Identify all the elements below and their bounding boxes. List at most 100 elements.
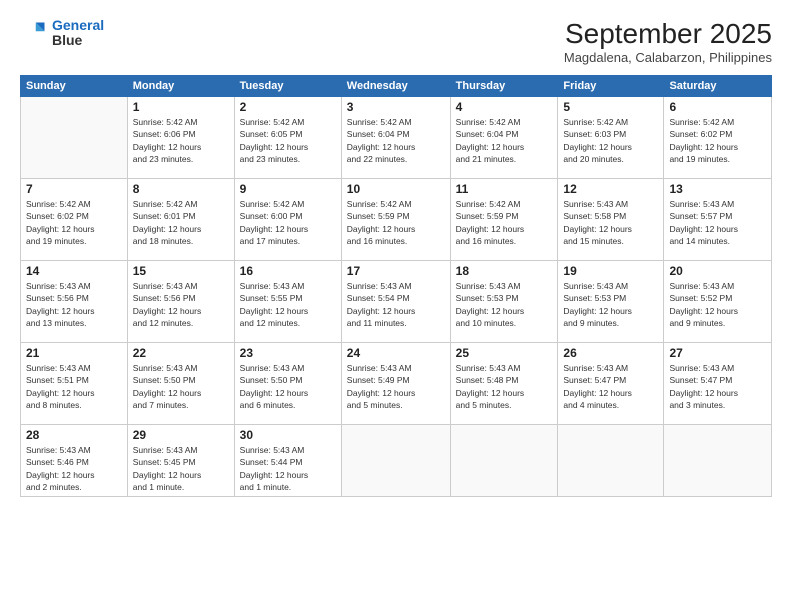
calendar-week-row: 1 Sunrise: 5:42 AM Sunset: 6:06 PM Daylig… bbox=[21, 97, 772, 179]
day-info: Sunrise: 5:43 AM Sunset: 5:45 PM Dayligh… bbox=[133, 444, 229, 493]
day-number: 16 bbox=[240, 264, 336, 278]
calendar-cell: 19 Sunrise: 5:43 AM Sunset: 5:53 PM Dayli… bbox=[558, 261, 664, 343]
calendar-cell: 2Sunrise: 5:42 AM Sunset: 6:05 PM Daylig… bbox=[234, 97, 341, 179]
calendar-cell: 24 Sunrise: 5:43 AM Sunset: 5:49 PM Dayli… bbox=[341, 343, 450, 425]
day-number: 3 bbox=[347, 100, 445, 114]
day-number: 11 bbox=[456, 182, 553, 196]
day-number: 10 bbox=[347, 182, 445, 196]
day-number: 29 bbox=[133, 428, 229, 442]
day-number: 6 bbox=[669, 100, 766, 114]
day-info: Sunrise: 5:43 AM Sunset: 5:46 PM Dayligh… bbox=[26, 444, 122, 493]
day-number: 14 bbox=[26, 264, 122, 278]
calendar-cell: 18 Sunrise: 5:43 AM Sunset: 5:53 PM Dayli… bbox=[450, 261, 558, 343]
day-info: Sunrise: 5:43 AM Sunset: 5:47 PM Dayligh… bbox=[563, 362, 658, 411]
day-info: Sunrise: 5:42 AM Sunset: 5:59 PM Dayligh… bbox=[456, 198, 553, 247]
day-info: Sunrise: 5:42 AM Sunset: 6:01 PM Dayligh… bbox=[133, 198, 229, 247]
calendar-cell: 27Sunrise: 5:43 AM Sunset: 5:47 PM Dayli… bbox=[664, 343, 772, 425]
calendar-cell: 30Sunrise: 5:43 AM Sunset: 5:44 PM Dayli… bbox=[234, 425, 341, 497]
day-number: 22 bbox=[133, 346, 229, 360]
calendar-cell: 4Sunrise: 5:42 AM Sunset: 6:04 PM Daylig… bbox=[450, 97, 558, 179]
day-number: 19 bbox=[563, 264, 658, 278]
day-number: 4 bbox=[456, 100, 553, 114]
day-info: Sunrise: 5:42 AM Sunset: 6:00 PM Dayligh… bbox=[240, 198, 336, 247]
day-number: 9 bbox=[240, 182, 336, 196]
day-number: 28 bbox=[26, 428, 122, 442]
day-number: 5 bbox=[563, 100, 658, 114]
day-info: Sunrise: 5:42 AM Sunset: 6:06 PM Dayligh… bbox=[133, 116, 229, 165]
calendar-header-row: SundayMondayTuesdayWednesdayThursdayFrid… bbox=[21, 76, 772, 97]
day-number: 20 bbox=[669, 264, 766, 278]
calendar-week-row: 14 Sunrise: 5:43 AM Sunset: 5:56 PM Dayli… bbox=[21, 261, 772, 343]
calendar-cell: 15 Sunrise: 5:43 AM Sunset: 5:56 PM Dayli… bbox=[127, 261, 234, 343]
day-number: 24 bbox=[347, 346, 445, 360]
calendar-cell: 11 Sunrise: 5:42 AM Sunset: 5:59 PM Dayli… bbox=[450, 179, 558, 261]
day-number: 23 bbox=[240, 346, 336, 360]
day-number: 27 bbox=[669, 346, 766, 360]
day-info: Sunrise: 5:42 AM Sunset: 6:04 PM Dayligh… bbox=[347, 116, 445, 165]
weekday-header: Wednesday bbox=[341, 76, 450, 97]
calendar-cell: 23 Sunrise: 5:43 AM Sunset: 5:50 PM Dayli… bbox=[234, 343, 341, 425]
day-info: Sunrise: 5:43 AM Sunset: 5:58 PM Dayligh… bbox=[563, 198, 658, 247]
calendar-cell: 28 Sunrise: 5:43 AM Sunset: 5:46 PM Dayli… bbox=[21, 425, 128, 497]
day-number: 8 bbox=[133, 182, 229, 196]
day-number: 12 bbox=[563, 182, 658, 196]
month-title: September 2025 bbox=[564, 18, 772, 50]
calendar-cell: 1 Sunrise: 5:42 AM Sunset: 6:06 PM Daylig… bbox=[127, 97, 234, 179]
day-info: Sunrise: 5:42 AM Sunset: 5:59 PM Dayligh… bbox=[347, 198, 445, 247]
calendar-cell: 12 Sunrise: 5:43 AM Sunset: 5:58 PM Dayli… bbox=[558, 179, 664, 261]
day-number: 7 bbox=[26, 182, 122, 196]
day-number: 1 bbox=[133, 100, 229, 114]
calendar-cell: 6 Sunrise: 5:42 AM Sunset: 6:02 PM Daylig… bbox=[664, 97, 772, 179]
day-info: Sunrise: 5:43 AM Sunset: 5:50 PM Dayligh… bbox=[240, 362, 336, 411]
calendar-week-row: 7 Sunrise: 5:42 AM Sunset: 6:02 PM Daylig… bbox=[21, 179, 772, 261]
calendar-cell bbox=[341, 425, 450, 497]
day-info: Sunrise: 5:43 AM Sunset: 5:49 PM Dayligh… bbox=[347, 362, 445, 411]
day-info: Sunrise: 5:43 AM Sunset: 5:52 PM Dayligh… bbox=[669, 280, 766, 329]
calendar-week-row: 28 Sunrise: 5:43 AM Sunset: 5:46 PM Dayli… bbox=[21, 425, 772, 497]
day-number: 2 bbox=[240, 100, 336, 114]
calendar-cell: 26 Sunrise: 5:43 AM Sunset: 5:47 PM Dayli… bbox=[558, 343, 664, 425]
calendar-cell: 8 Sunrise: 5:42 AM Sunset: 6:01 PM Daylig… bbox=[127, 179, 234, 261]
day-number: 30 bbox=[240, 428, 336, 442]
day-number: 15 bbox=[133, 264, 229, 278]
calendar-cell: 3 Sunrise: 5:42 AM Sunset: 6:04 PM Daylig… bbox=[341, 97, 450, 179]
logo-icon bbox=[20, 19, 48, 47]
calendar-cell bbox=[664, 425, 772, 497]
day-info: Sunrise: 5:43 AM Sunset: 5:55 PM Dayligh… bbox=[240, 280, 336, 329]
calendar-table: SundayMondayTuesdayWednesdayThursdayFrid… bbox=[20, 75, 772, 497]
calendar-cell: 25 Sunrise: 5:43 AM Sunset: 5:48 PM Dayli… bbox=[450, 343, 558, 425]
calendar-cell: 13Sunrise: 5:43 AM Sunset: 5:57 PM Dayli… bbox=[664, 179, 772, 261]
calendar-cell: 14 Sunrise: 5:43 AM Sunset: 5:56 PM Dayli… bbox=[21, 261, 128, 343]
day-number: 26 bbox=[563, 346, 658, 360]
weekday-header: Monday bbox=[127, 76, 234, 97]
calendar-cell: 21 Sunrise: 5:43 AM Sunset: 5:51 PM Dayli… bbox=[21, 343, 128, 425]
day-number: 13 bbox=[669, 182, 766, 196]
day-info: Sunrise: 5:42 AM Sunset: 6:02 PM Dayligh… bbox=[669, 116, 766, 165]
calendar-cell bbox=[21, 97, 128, 179]
day-info: Sunrise: 5:42 AM Sunset: 6:02 PM Dayligh… bbox=[26, 198, 122, 247]
weekday-header: Thursday bbox=[450, 76, 558, 97]
title-block: September 2025 Magdalena, Calabarzon, Ph… bbox=[564, 18, 772, 65]
day-number: 21 bbox=[26, 346, 122, 360]
day-info: Sunrise: 5:43 AM Sunset: 5:48 PM Dayligh… bbox=[456, 362, 553, 411]
day-info: Sunrise: 5:43 AM Sunset: 5:56 PM Dayligh… bbox=[26, 280, 122, 329]
day-info: Sunrise: 5:43 AM Sunset: 5:56 PM Dayligh… bbox=[133, 280, 229, 329]
logo: General Blue bbox=[20, 18, 104, 49]
calendar-cell: 9 Sunrise: 5:42 AM Sunset: 6:00 PM Daylig… bbox=[234, 179, 341, 261]
day-number: 25 bbox=[456, 346, 553, 360]
day-info: Sunrise: 5:43 AM Sunset: 5:53 PM Dayligh… bbox=[563, 280, 658, 329]
calendar-cell: 10 Sunrise: 5:42 AM Sunset: 5:59 PM Dayli… bbox=[341, 179, 450, 261]
calendar-cell: 7 Sunrise: 5:42 AM Sunset: 6:02 PM Daylig… bbox=[21, 179, 128, 261]
calendar-cell: 29 Sunrise: 5:43 AM Sunset: 5:45 PM Dayli… bbox=[127, 425, 234, 497]
location: Magdalena, Calabarzon, Philippines bbox=[564, 50, 772, 65]
day-info: Sunrise: 5:43 AM Sunset: 5:53 PM Dayligh… bbox=[456, 280, 553, 329]
page: General Blue September 2025 Magdalena, C… bbox=[0, 0, 792, 612]
day-info: Sunrise: 5:43 AM Sunset: 5:54 PM Dayligh… bbox=[347, 280, 445, 329]
day-number: 18 bbox=[456, 264, 553, 278]
calendar-week-row: 21 Sunrise: 5:43 AM Sunset: 5:51 PM Dayli… bbox=[21, 343, 772, 425]
day-info: Sunrise: 5:43 AM Sunset: 5:51 PM Dayligh… bbox=[26, 362, 122, 411]
calendar-cell: 17Sunrise: 5:43 AM Sunset: 5:54 PM Dayli… bbox=[341, 261, 450, 343]
weekday-header: Sunday bbox=[21, 76, 128, 97]
weekday-header: Saturday bbox=[664, 76, 772, 97]
logo-text: General Blue bbox=[52, 18, 104, 49]
